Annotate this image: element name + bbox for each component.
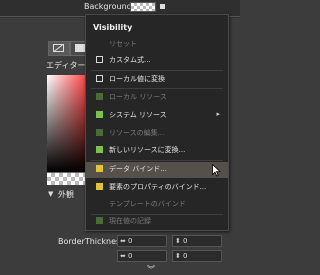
menu-item-convert-local[interactable]: ローカル値に変換 [86, 72, 228, 88]
submenu-arrow-icon: ▸ [216, 110, 220, 118]
no-brush-icon [53, 44, 64, 52]
border-bottom-value: 0 [183, 252, 188, 260]
empty-square-icon [96, 56, 103, 63]
mouse-cursor-icon [212, 164, 221, 177]
context-menu: Visibility リセット カスタム式... ローカル値に変換 ローカル リ… [85, 14, 229, 231]
menu-item-label: システム リソース [109, 111, 167, 119]
menu-separator [91, 160, 223, 161]
border-bottom-field[interactable]: ⬍ 0 [172, 250, 222, 262]
binding-icon [96, 183, 103, 190]
resource-icon [96, 146, 103, 153]
menu-item-record-current-value: 現在値の記録 [86, 214, 228, 230]
resource-icon [96, 111, 103, 118]
horizontal-arrow-icon: ⬌ [120, 237, 126, 245]
no-brush-tab[interactable] [48, 41, 70, 56]
menu-item-custom-expression[interactable]: カスタム式... [86, 53, 228, 69]
border-left-value: 0 [128, 237, 133, 245]
horizontal-arrow-icon: ⬌ [120, 252, 126, 260]
more-properties-icon[interactable]: ︾ [147, 264, 155, 275]
menu-item-label: ローカル リソース [109, 93, 167, 101]
menu-item-label: 要素のプロパティのバインド... [109, 183, 207, 191]
background-label: Background [84, 2, 132, 11]
resource-icon [96, 93, 103, 100]
color-picker-field[interactable] [47, 75, 90, 172]
menu-item-label: リソースの編集... [109, 129, 165, 137]
menu-item-data-binding[interactable]: データ バインド... [86, 162, 228, 178]
background-property-row: Background [0, 0, 240, 14]
menu-separator [91, 70, 223, 71]
empty-square-icon [96, 75, 103, 82]
menu-item-label: テンプレートのバインド [109, 200, 186, 208]
border-right-field[interactable]: ⬌ 0 [117, 250, 167, 262]
border-right-value: 0 [128, 252, 133, 260]
menu-item-template-binding: テンプレートのバインド [86, 197, 228, 213]
menu-item-reset: リセット [86, 37, 228, 53]
binding-icon [96, 165, 103, 172]
menu-item-system-resource[interactable]: システム リソース ▸ [86, 108, 228, 124]
background-swatch[interactable] [130, 2, 156, 12]
menu-item-label: ローカル値に変換 [109, 75, 165, 83]
section-title: 外観 [58, 190, 74, 199]
vertical-arrow-icon: ⬍ [175, 252, 181, 260]
record-icon [96, 217, 103, 224]
alpha-strip[interactable] [47, 172, 90, 185]
menu-item-label: 新しいリソースに変換... [109, 146, 186, 154]
border-top-field[interactable]: ⬍ 0 [172, 235, 222, 247]
border-top-value: 0 [183, 237, 188, 245]
resource-icon [96, 129, 103, 136]
menu-item-element-property-binding[interactable]: 要素のプロパティのバインド... [86, 180, 228, 196]
menu-item-convert-new-resource[interactable]: 新しいリソースに変換... [86, 143, 228, 159]
border-left-field[interactable]: ⬌ 0 [117, 235, 167, 247]
menu-item-label: 現在値の記録 [109, 217, 151, 225]
advanced-options-marker[interactable] [160, 4, 165, 9]
border-thickness-label: BorderThickness [58, 237, 125, 246]
section-expand-icon[interactable]: ▼ [48, 190, 53, 198]
menu-item-label: カスタム式... [109, 56, 151, 64]
vertical-arrow-icon: ⬍ [175, 237, 181, 245]
menu-separator [91, 88, 223, 89]
editor-label: エディター [46, 61, 86, 70]
menu-item-local-resource: ローカル リソース [86, 90, 228, 106]
menu-item-label: データ バインド... [109, 165, 167, 173]
menu-item-label: リセット [109, 40, 137, 48]
menu-item-edit-resource: リソースの編集... [86, 126, 228, 142]
menu-title: Visibility [93, 23, 133, 32]
